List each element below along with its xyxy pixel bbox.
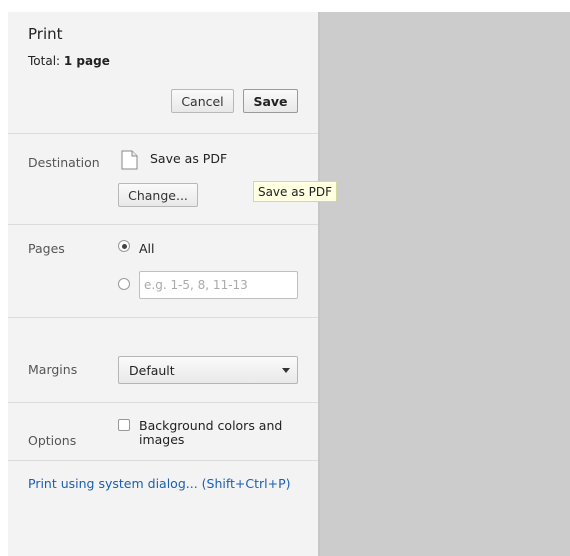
save-button[interactable]: Save <box>243 89 298 113</box>
pages-all-label: All <box>139 241 155 256</box>
destination-label: Destination <box>28 155 100 170</box>
print-dialog: Print Total: 1 page Cancel Save Destinat… <box>0 0 570 556</box>
divider <box>8 402 318 403</box>
margins-selected-value: Default <box>129 362 175 378</box>
destination-tooltip: Save as PDF <box>253 181 337 202</box>
divider <box>8 133 318 134</box>
change-destination-button[interactable]: Change... <box>118 183 198 207</box>
divider <box>8 224 318 225</box>
print-preview-area <box>318 12 570 556</box>
pages-custom-radio[interactable] <box>118 278 130 290</box>
chevron-down-icon <box>282 368 290 373</box>
total-pages: Total: 1 page <box>28 54 110 68</box>
system-dialog-link[interactable]: Print using system dialog... (Shift+Ctrl… <box>28 476 291 491</box>
pages-all-radio[interactable] <box>118 240 130 252</box>
destination-name: Save as PDF <box>150 151 228 166</box>
background-graphics-checkbox[interactable] <box>118 419 130 431</box>
page-title: Print <box>28 25 63 43</box>
divider <box>8 460 318 461</box>
margins-select[interactable]: Default <box>118 356 298 384</box>
total-label: Total: <box>28 54 61 68</box>
margins-label: Margins <box>28 362 78 377</box>
document-icon <box>121 150 138 170</box>
cancel-button[interactable]: Cancel <box>171 89 234 113</box>
divider <box>8 317 318 318</box>
pages-range-input[interactable] <box>139 271 298 299</box>
background-graphics-label: Background colors and images <box>139 418 283 447</box>
print-settings-panel: Print Total: 1 page Cancel Save Destinat… <box>8 12 337 556</box>
options-label: Options <box>28 433 77 448</box>
pages-label: Pages <box>28 241 65 256</box>
total-value: 1 page <box>63 54 110 68</box>
